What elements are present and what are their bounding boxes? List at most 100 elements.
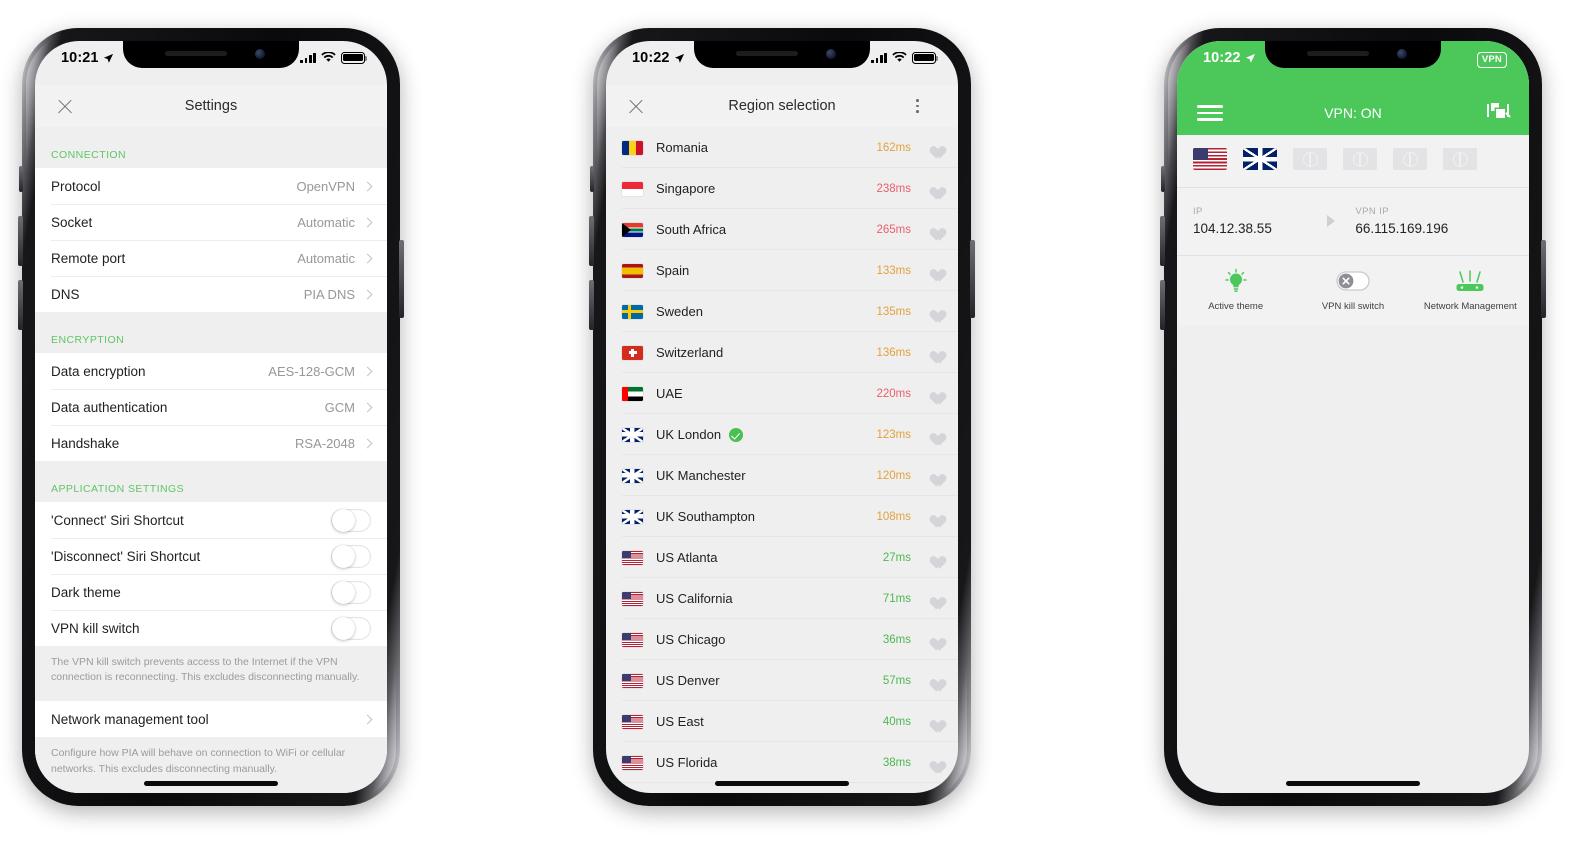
tile-vpn-kill-switch[interactable]: VPN kill switch (1294, 268, 1411, 312)
region-latency: 133ms (876, 264, 911, 277)
region-name: South Africa (656, 222, 727, 237)
group-application-settings: 'Connect' Siri Shortcut 'Disconnect' Sir… (35, 502, 387, 646)
region-row[interactable]: Romania 162ms (606, 127, 958, 168)
toggle-vpn-kill-switch[interactable] (331, 616, 371, 640)
section-header-encryption: ENCRYPTION (35, 312, 387, 353)
setting-row-vpn-kill-switch[interactable]: VPN kill switch (35, 610, 387, 646)
region-row[interactable]: UK Manchester 120ms (606, 455, 958, 496)
region-row[interactable]: Sweden 135ms (606, 291, 958, 332)
favorite-heart-icon[interactable] (927, 756, 942, 770)
favorite-heart-icon[interactable] (927, 428, 942, 442)
toggle-disconnect-siri-shortcut[interactable] (331, 544, 371, 568)
status-indicators (300, 50, 368, 64)
tile-network-management[interactable]: Network Management (1412, 268, 1529, 312)
recent-server-flag-icon[interactable] (1193, 148, 1227, 170)
setting-row-socket[interactable]: Socket Automatic (35, 204, 387, 240)
home-indicator[interactable] (1286, 781, 1420, 786)
region-row[interactable]: Spain 133ms (606, 250, 958, 291)
region-row[interactable]: US East 40ms (606, 701, 958, 742)
region-row[interactable]: US Chicago 36ms (606, 619, 958, 660)
country-flag-icon (622, 632, 643, 647)
region-latency: 71ms (882, 592, 911, 605)
close-icon[interactable] (55, 96, 75, 116)
region-row[interactable]: Switzerland 136ms (606, 332, 958, 373)
volume-up-button[interactable] (589, 216, 594, 266)
region-row[interactable]: South Africa 265ms (606, 209, 958, 250)
favorite-heart-icon[interactable] (927, 633, 942, 647)
home-indicator[interactable] (144, 781, 278, 786)
arrange-tiles-icon[interactable] (1487, 103, 1511, 123)
recent-server-flag-icon[interactable] (1243, 148, 1277, 170)
country-flag-icon (622, 345, 643, 360)
section-header-application-settings: APPLICATION SETTINGS (35, 461, 387, 502)
front-camera-icon (255, 49, 265, 59)
region-row[interactable]: US California 71ms (606, 578, 958, 619)
vpn-status-title: VPN: ON (1324, 105, 1382, 121)
favorite-heart-icon[interactable] (927, 510, 942, 524)
setting-row-dns[interactable]: DNS PIA DNS (35, 276, 387, 312)
favorite-heart-icon[interactable] (927, 551, 942, 565)
tile-active-theme[interactable]: Active theme (1177, 268, 1294, 312)
row-label: Handshake (51, 435, 120, 451)
region-name: US Chicago (656, 632, 726, 647)
toggle-dark-theme[interactable] (331, 580, 371, 604)
region-row[interactable]: US Florida 38ms (606, 742, 958, 783)
setting-row-connect-siri-shortcut[interactable]: 'Connect' Siri Shortcut (35, 502, 387, 538)
favorite-heart-icon[interactable] (927, 305, 942, 319)
favorite-heart-icon[interactable] (927, 674, 942, 688)
close-icon[interactable] (626, 96, 646, 116)
note-vpn-kill-switch: The VPN kill switch prevents access to t… (35, 646, 387, 702)
sort-list-icon[interactable] (916, 98, 938, 114)
mute-switch[interactable] (1161, 166, 1165, 192)
favorite-heart-icon[interactable] (927, 469, 942, 483)
location-arrow-icon (103, 53, 113, 63)
region-row[interactable]: Singapore 238ms (606, 168, 958, 209)
hamburger-menu-icon[interactable] (1197, 105, 1223, 121)
region-row[interactable]: UK London 123ms (606, 414, 958, 455)
favorite-heart-icon[interactable] (927, 223, 942, 237)
favorite-heart-icon[interactable] (927, 264, 942, 278)
volume-down-button[interactable] (18, 280, 23, 330)
location-arrow-icon (1245, 53, 1255, 63)
favorite-heart-icon[interactable] (927, 387, 942, 401)
setting-row-handshake[interactable]: Handshake RSA-2048 (35, 425, 387, 461)
signal-bars-icon (300, 52, 316, 64)
power-side-button[interactable] (1541, 240, 1546, 318)
toggle-connect-siri-shortcut[interactable] (331, 508, 371, 532)
favorite-heart-icon[interactable] (927, 592, 942, 606)
region-latency: 135ms (876, 305, 911, 318)
volume-down-button[interactable] (589, 280, 594, 330)
power-side-button[interactable] (970, 240, 975, 318)
setting-row-network-management-tool[interactable]: Network management tool (35, 701, 387, 738)
region-row[interactable]: US Denver 57ms (606, 660, 958, 701)
volume-up-button[interactable] (18, 216, 23, 266)
volume-up-button[interactable] (1160, 216, 1165, 266)
setting-row-data-encryption[interactable]: Data encryption AES-128-GCM (35, 353, 387, 389)
setting-row-data-authentication[interactable]: Data authentication GCM (35, 389, 387, 425)
favorite-heart-icon[interactable] (927, 182, 942, 196)
region-latency: 36ms (882, 633, 911, 646)
mute-switch[interactable] (19, 166, 23, 192)
setting-row-disconnect-siri-shortcut[interactable]: 'Disconnect' Siri Shortcut (35, 538, 387, 574)
recent-servers-flags[interactable] (1193, 148, 1513, 170)
region-latency: 120ms (876, 469, 911, 482)
power-side-button[interactable] (399, 240, 404, 318)
region-row[interactable]: US Atlanta 27ms (606, 537, 958, 578)
favorite-heart-icon[interactable] (927, 141, 942, 155)
favorite-heart-icon[interactable] (927, 715, 942, 729)
region-row[interactable]: UAE 220ms (606, 373, 958, 414)
row-label: Data authentication (51, 399, 168, 415)
favorite-heart-icon[interactable] (927, 346, 942, 360)
settings-list[interactable]: CONNECTION Protocol OpenVPN Socket Autom… (35, 127, 387, 793)
mute-switch[interactable] (590, 166, 594, 192)
setting-row-dark-theme[interactable]: Dark theme (35, 574, 387, 610)
setting-row-remote-port[interactable]: Remote port Automatic (35, 240, 387, 276)
region-list[interactable]: Romania 162ms Singapore 238ms South Africa 26… (606, 127, 958, 793)
setting-row-protocol[interactable]: Protocol OpenVPN (35, 168, 387, 204)
ip-label: IP (1193, 206, 1203, 217)
region-row[interactable]: UK Southampton 108ms (606, 496, 958, 537)
region-name: US Florida (656, 755, 718, 770)
section-header-connection: CONNECTION (35, 127, 387, 168)
volume-down-button[interactable] (1160, 280, 1165, 330)
home-indicator[interactable] (715, 781, 849, 786)
